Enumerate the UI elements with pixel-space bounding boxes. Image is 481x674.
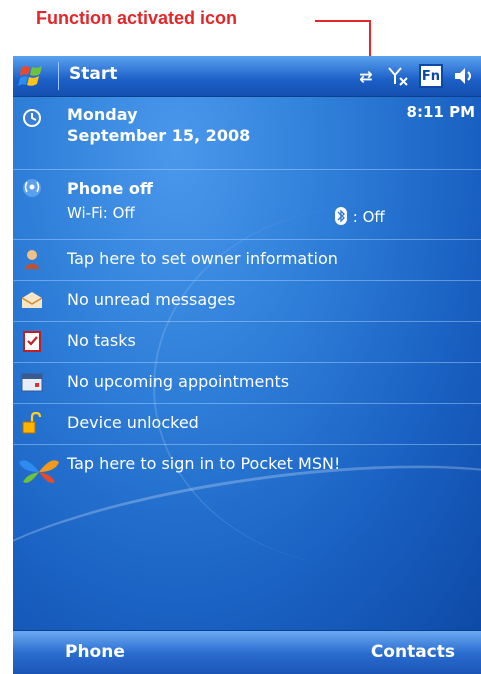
clock-icon bbox=[21, 107, 43, 129]
msn-butterfly-icon bbox=[17, 456, 61, 488]
title-bar: Start ⇄ Fn bbox=[13, 56, 481, 97]
speaker-icon[interactable] bbox=[453, 65, 475, 87]
title-separator bbox=[58, 62, 59, 90]
windows-flag-icon[interactable] bbox=[17, 62, 47, 90]
pocket-pc-screen: Start ⇄ Fn Monday September 15, 2008 8:1… bbox=[13, 56, 481, 674]
fn-active-icon[interactable]: Fn bbox=[419, 64, 443, 88]
day-label: Monday bbox=[67, 105, 138, 124]
phone-softkey[interactable]: Phone bbox=[65, 642, 125, 662]
contacts-softkey[interactable]: Contacts bbox=[371, 642, 455, 662]
messages-item[interactable]: No unread messages bbox=[13, 280, 481, 322]
clipboard-icon bbox=[21, 330, 43, 352]
time-label[interactable]: 8:11 PM bbox=[407, 103, 475, 121]
callout-line bbox=[315, 20, 371, 22]
calendar-icon bbox=[21, 371, 43, 393]
owner-icon bbox=[21, 248, 43, 270]
start-button[interactable]: Start bbox=[69, 64, 117, 84]
owner-info-label: Tap here to set owner information bbox=[67, 249, 338, 268]
wireless-icon bbox=[21, 177, 43, 199]
tasks-label: No tasks bbox=[67, 331, 136, 350]
pocket-msn-item[interactable]: Tap here to sign in to Pocket MSN! bbox=[13, 444, 481, 500]
phone-status-row[interactable]: Phone off Wi-Fi: Off : Off bbox=[13, 169, 481, 240]
date-label: September 15, 2008 bbox=[67, 126, 251, 145]
date-row[interactable]: Monday September 15, 2008 8:11 PM bbox=[13, 97, 481, 170]
envelope-icon bbox=[21, 289, 43, 311]
messages-label: No unread messages bbox=[67, 290, 236, 309]
owner-info-item[interactable]: Tap here to set owner information bbox=[13, 239, 481, 281]
phone-status: Phone off bbox=[67, 179, 153, 198]
padlock-icon bbox=[21, 412, 43, 434]
device-lock-item[interactable]: Device unlocked bbox=[13, 403, 481, 445]
status-icons: ⇄ Fn bbox=[355, 62, 475, 90]
today-screen: Monday September 15, 2008 8:11 PM Phone … bbox=[13, 97, 481, 663]
pocket-msn-label: Tap here to sign in to Pocket MSN! bbox=[67, 454, 341, 473]
tasks-item[interactable]: No tasks bbox=[13, 321, 481, 363]
wifi-status: Wi-Fi: Off bbox=[67, 204, 135, 222]
bluetooth-status-group: : Off bbox=[334, 207, 385, 226]
signal-off-icon[interactable] bbox=[387, 65, 409, 87]
bluetooth-icon bbox=[335, 207, 347, 225]
callout-pointer bbox=[369, 20, 371, 58]
callout-label: Function activated icon bbox=[36, 8, 238, 28]
soft-key-bar: Phone Contacts bbox=[13, 630, 481, 674]
device-lock-label: Device unlocked bbox=[67, 413, 199, 432]
callout-annotation: Function activated icon bbox=[0, 0, 481, 58]
connectivity-arrows-icon[interactable]: ⇄ bbox=[355, 65, 377, 87]
appointments-item[interactable]: No upcoming appointments bbox=[13, 362, 481, 404]
appointments-label: No upcoming appointments bbox=[67, 372, 290, 391]
bluetooth-status: : Off bbox=[352, 208, 385, 226]
